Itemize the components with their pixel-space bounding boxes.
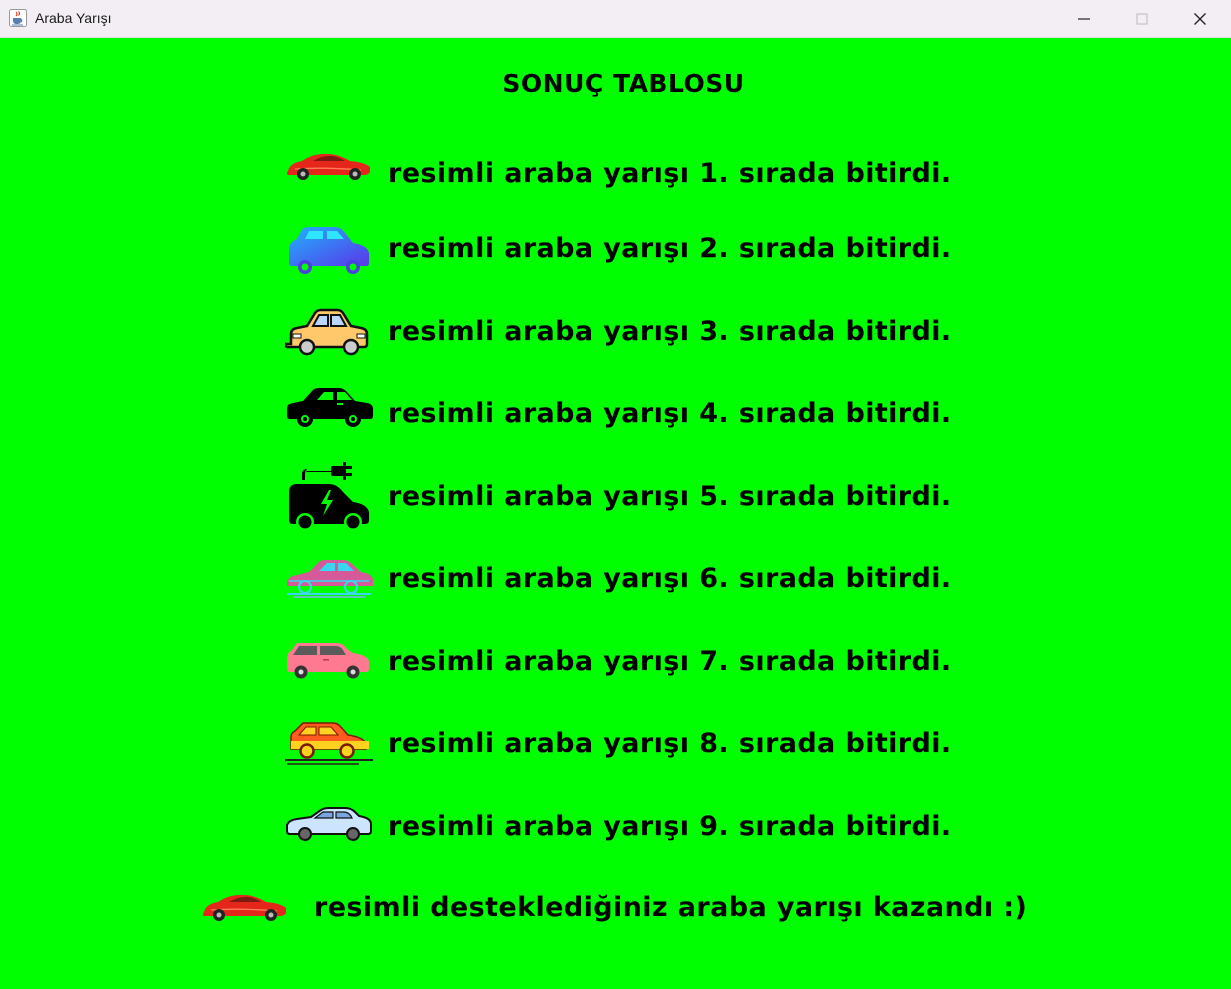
orange-suv-icon <box>285 721 373 769</box>
blue-gradient-car-icon <box>285 223 373 279</box>
result-text: resimli araba yarışı 2. sırada bitirdi. <box>388 233 952 264</box>
maximize-button[interactable] <box>1113 0 1171 38</box>
result-text: resimli araba yarışı 9. sırada bitirdi. <box>388 811 952 842</box>
electric-car-icon <box>285 458 373 540</box>
result-text: resimli araba yarışı 7. sırada bitirdi. <box>388 646 952 677</box>
red-sports-car-icon <box>201 890 289 928</box>
result-row-9: resimli araba yarışı 9. sırada bitirdi. <box>285 798 1185 858</box>
red-sports-car-icon <box>285 149 373 187</box>
result-text: resimli araba yarışı 8. sırada bitirdi. <box>388 728 952 759</box>
result-row-2: resimli araba yarışı 2. sırada bitirdi. <box>285 220 1185 280</box>
minimize-icon <box>1078 18 1090 20</box>
title-bar[interactable]: Araba Yarışı <box>0 0 1231 38</box>
java-cup-icon <box>9 9 27 27</box>
close-button[interactable] <box>1171 0 1229 38</box>
result-text: resimli araba yarışı 1. sırada bitirdi. <box>388 158 952 189</box>
result-row-7: resimli araba yarışı 7. sırada bitirdi. <box>285 633 1185 693</box>
result-row-8: resimli araba yarışı 8. sırada bitirdi. <box>285 715 1185 775</box>
winner-row: resimli desteklediğiniz araba yarışı kaz… <box>201 886 1101 936</box>
result-text: resimli araba yarışı 3. sırada bitirdi. <box>388 316 952 347</box>
close-icon <box>1194 13 1206 25</box>
page-title: SONUÇ TABLOSU <box>502 69 745 98</box>
result-text: resimli araba yarışı 5. sırada bitirdi. <box>388 481 952 512</box>
pink-hatchback-icon <box>285 641 373 685</box>
window-title: Araba Yarışı <box>35 10 112 26</box>
result-row-6: resimli araba yarışı 6. sırada bitirdi. <box>285 550 1185 610</box>
result-row-4: resimli araba yarışı 4. sırada bitirdi. <box>285 385 1185 445</box>
light-blue-sedan-icon <box>285 807 373 847</box>
minimize-button[interactable] <box>1055 0 1113 38</box>
winner-text: resimli desteklediğiniz araba yarışı kaz… <box>314 892 1028 923</box>
result-row-5: resimli araba yarışı 5. sırada bitirdi. <box>285 458 1185 531</box>
result-row-1: resimli araba yarışı 1. sırada bitirdi. <box>285 145 1185 205</box>
yellow-taxi-car-icon <box>283 306 373 362</box>
pink-outline-car-icon <box>285 556 373 604</box>
app-window: Araba Yarışı SONUÇ TABLOSU resimli araba… <box>0 0 1231 989</box>
black-sedan-icon <box>285 386 373 434</box>
maximize-icon <box>1136 13 1148 25</box>
results-panel: SONUÇ TABLOSU resimli araba yarışı 1. sı… <box>0 38 1231 989</box>
result-row-3: resimli araba yarışı 3. sırada bitirdi. <box>283 303 1185 363</box>
result-text: resimli araba yarışı 6. sırada bitirdi. <box>388 563 952 594</box>
result-text: resimli araba yarışı 4. sırada bitirdi. <box>388 398 952 429</box>
